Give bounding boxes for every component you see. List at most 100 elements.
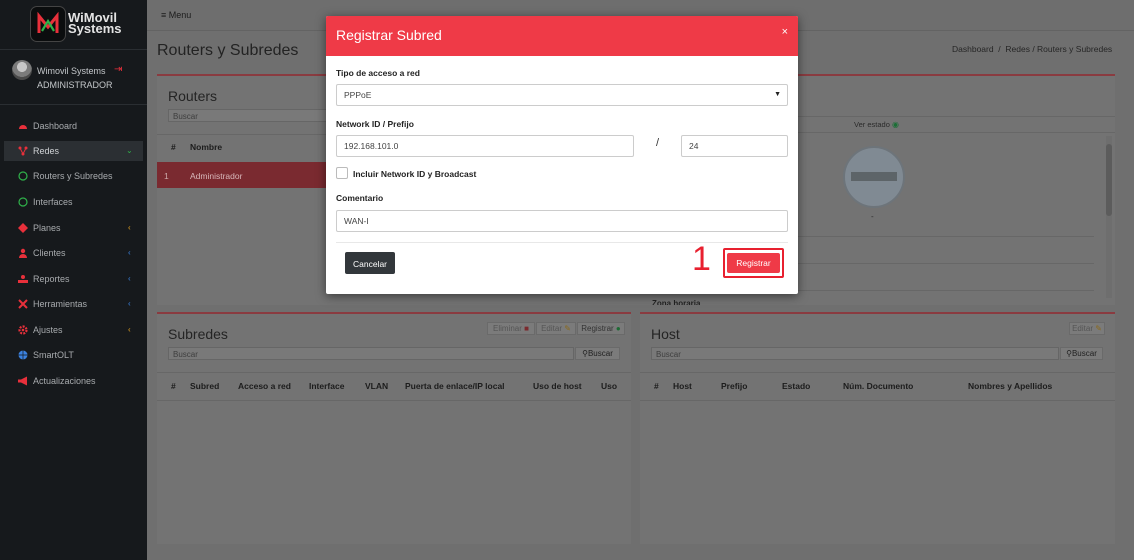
modal-title: Registrar Subred bbox=[336, 27, 442, 43]
sidebar-item-planes[interactable]: Planes ‹ bbox=[0, 218, 147, 238]
subredes-col: Subred bbox=[190, 381, 220, 391]
sidebar-item-redes[interactable]: Redes ⌄ bbox=[4, 141, 143, 161]
routers-search-input[interactable]: Buscar bbox=[168, 109, 328, 122]
pencil-icon: ✎ bbox=[564, 324, 571, 333]
sidebar-item-label: Interfaces bbox=[33, 197, 73, 207]
megaphone-icon bbox=[18, 376, 27, 386]
chevron-left-icon: ‹ bbox=[128, 223, 131, 232]
subredes-col: VLAN bbox=[365, 381, 389, 391]
pencil-icon: ✎ bbox=[1095, 324, 1102, 333]
host-search-input[interactable]: Buscar bbox=[651, 347, 1059, 360]
sidebar-item-label: Clientes bbox=[33, 248, 66, 258]
chevron-left-icon: ‹ bbox=[128, 274, 131, 283]
sidebar-item-actualizaciones[interactable]: Actualizaciones bbox=[0, 371, 147, 391]
circle-icon bbox=[18, 197, 28, 207]
chevron-left-icon: ‹ bbox=[128, 248, 131, 257]
sidebar-item-dashboard[interactable]: Dashboard bbox=[0, 116, 147, 136]
status-dash: - bbox=[871, 212, 874, 221]
page-title: Routers y Subredes bbox=[157, 42, 299, 59]
close-icon[interactable]: × bbox=[782, 26, 788, 38]
sidebar-item-herramientas[interactable]: Herramientas ‹ bbox=[0, 294, 147, 314]
registrar-subred-modal: Registrar Subred × Tipo de acceso a red … bbox=[326, 16, 798, 294]
tipo-acceso-value: PPPoE bbox=[344, 90, 372, 100]
eliminar-button[interactable]: Eliminar ■ bbox=[487, 322, 535, 335]
plus-circle-icon: ● bbox=[615, 324, 621, 333]
tipo-acceso-select[interactable]: PPPoE ▼ bbox=[336, 84, 788, 106]
sidebar-item-label: Reportes bbox=[33, 274, 70, 284]
host-col: Prefijo bbox=[721, 381, 748, 391]
register-button[interactable]: Registrar bbox=[727, 253, 780, 273]
table-row[interactable]: 1 Administrador bbox=[157, 162, 327, 188]
slash-separator: / bbox=[656, 137, 660, 149]
logo-text-line2: Systems bbox=[68, 21, 122, 36]
sidebar-item-label: Routers y Subredes bbox=[33, 171, 113, 181]
gear-icon bbox=[18, 325, 28, 335]
host-editar-button[interactable]: Editar ✎ bbox=[1069, 322, 1105, 335]
sidebar-item-clientes[interactable]: Clientes ‹ bbox=[0, 243, 147, 263]
subredes-search-button[interactable]: ⚲Buscar bbox=[575, 347, 620, 360]
sidebar-item-label: SmartOLT bbox=[33, 350, 74, 360]
dashboard-icon bbox=[19, 125, 27, 129]
sidebar-item-label: Actualizaciones bbox=[33, 376, 96, 386]
sidebar-item-smartolt[interactable]: SmartOLT bbox=[0, 345, 147, 365]
logout-icon[interactable]: ⇥ bbox=[114, 64, 122, 75]
registrar-label: Registrar bbox=[581, 324, 614, 333]
host-col: Estado bbox=[782, 381, 811, 391]
globe-icon bbox=[18, 350, 28, 360]
sidebar-item-label: Herramientas bbox=[33, 299, 88, 309]
sidebar-item-routers-subredes[interactable]: Routers y Subredes bbox=[0, 166, 147, 186]
subredes-col: Puerta de enlace/IP local bbox=[405, 381, 505, 391]
tipo-acceso-label: Tipo de acceso a red bbox=[336, 68, 420, 78]
editar-label: Editar bbox=[1072, 324, 1093, 333]
zona-horaria-label: Zona horaria bbox=[652, 299, 701, 305]
ver-estado-label[interactable]: Ver estado bbox=[854, 120, 890, 129]
host-col: Nombres y Apellidos bbox=[968, 381, 1053, 391]
breadcrumb[interactable]: Dashboard / Redes / Routers y Subredes bbox=[952, 44, 1112, 54]
subredes-col: Uso de host bbox=[533, 381, 582, 391]
eye-icon[interactable]: ◉ bbox=[892, 120, 899, 129]
subredes-card: Subredes Eliminar ■ Editar ✎ Registrar ●… bbox=[157, 312, 631, 544]
tools-icon bbox=[18, 299, 28, 309]
scrollbar[interactable] bbox=[1106, 136, 1112, 298]
host-title: Host bbox=[651, 326, 680, 342]
comentario-input[interactable]: WAN-I bbox=[336, 210, 788, 232]
comentario-label: Comentario bbox=[336, 193, 384, 203]
subredes-col: Uso bbox=[601, 381, 618, 391]
chevron-left-icon: ‹ bbox=[128, 299, 131, 308]
host-card: Host Editar ✎ Buscar ⚲Buscar # Host Pref… bbox=[640, 312, 1115, 544]
sidebar-item-label: Planes bbox=[33, 223, 61, 233]
editar-label: Editar bbox=[541, 324, 562, 333]
sidebar-item-label: Redes bbox=[33, 146, 60, 156]
menu-toggle-button[interactable]: ≡ Menu bbox=[161, 10, 191, 20]
modal-header: Registrar Subred × bbox=[326, 16, 798, 56]
caret-down-icon: ▼ bbox=[774, 91, 781, 98]
register-button-highlight: Registrar bbox=[723, 248, 784, 278]
sidebar-item-ajustes[interactable]: Ajustes ‹ bbox=[0, 320, 147, 340]
users-icon bbox=[19, 248, 27, 258]
reports-icon bbox=[18, 275, 28, 283]
sidebar-item-interfaces[interactable]: Interfaces bbox=[0, 192, 147, 212]
user-role: ADMINISTRADOR bbox=[37, 80, 113, 90]
network-icon bbox=[18, 146, 28, 156]
subredes-title: Subredes bbox=[168, 326, 228, 342]
sidebar-item-reportes[interactable]: Reportes ‹ bbox=[0, 269, 147, 289]
row-num: 1 bbox=[164, 171, 169, 181]
cancel-button[interactable]: Cancelar bbox=[345, 252, 395, 274]
include-network-checkbox[interactable] bbox=[336, 167, 348, 179]
subredes-search-input[interactable]: Buscar bbox=[168, 347, 574, 360]
registrar-button[interactable]: Registrar ● bbox=[577, 322, 625, 335]
sidebar: WiMovil Systems Wimovil Systems ⇥ ADMINI… bbox=[0, 0, 147, 560]
subredes-col: # bbox=[171, 381, 176, 391]
editar-button[interactable]: Editar ✎ bbox=[536, 322, 576, 335]
network-id-input[interactable]: 192.168.101.0 bbox=[336, 135, 634, 157]
subredes-col: Interface bbox=[309, 381, 345, 391]
trash-icon: ■ bbox=[524, 324, 529, 333]
network-id-label: Network ID / Prefijo bbox=[336, 119, 414, 129]
prefix-input[interactable]: 24 bbox=[681, 135, 788, 157]
host-search-button[interactable]: ⚲Buscar bbox=[1060, 347, 1103, 360]
avatar[interactable] bbox=[12, 60, 32, 80]
router-image-icon bbox=[843, 146, 905, 208]
host-col: # bbox=[654, 381, 659, 391]
row-name: Administrador bbox=[190, 171, 243, 181]
chevron-down-icon: ⌄ bbox=[126, 146, 133, 155]
